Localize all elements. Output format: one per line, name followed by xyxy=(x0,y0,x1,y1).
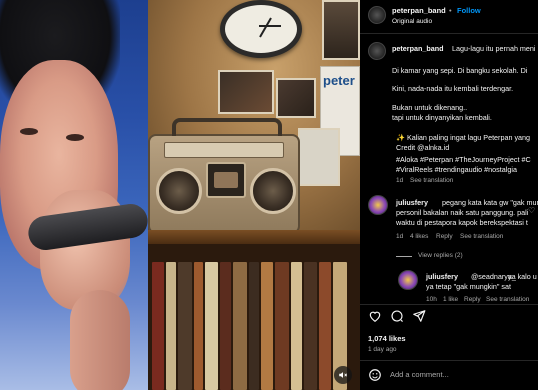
reply-button[interactable]: Reply xyxy=(436,232,453,242)
post-panel: peterpan_band • Follow Original audio pe… xyxy=(360,0,538,390)
post-time-ago: 1 day ago xyxy=(368,346,397,353)
comment-text: personil bakalan naik satu panggung. pal… xyxy=(396,208,529,217)
comment-text: waktu di pestapora kapok berekspektasi t xyxy=(396,218,528,227)
comment-username[interactable]: juliusfery xyxy=(426,272,458,281)
singer-eye xyxy=(66,134,84,141)
follow-button[interactable]: Follow xyxy=(457,6,481,16)
post-header: peterpan_band • Follow Original audio xyxy=(360,0,538,34)
comment-likes[interactable]: 4 likes xyxy=(410,232,428,242)
comment-text: pegang kata kata gw "gak mungk xyxy=(442,198,538,207)
comment-text: ya tetap "gak mungkin" sat xyxy=(426,282,512,291)
poster-text: peter xyxy=(323,73,355,88)
add-comment-input[interactable]: Add a comment... xyxy=(390,370,449,380)
view-replies-button[interactable]: View replies (2) xyxy=(418,251,463,261)
avatar[interactable] xyxy=(368,42,386,60)
view-replies-line xyxy=(396,256,412,257)
caption-hashtags[interactable]: #Aloka #Peterpan #TheJourneyProject #C xyxy=(396,155,531,164)
wall-clock xyxy=(220,0,302,58)
band-photo-poster xyxy=(322,0,360,60)
comment-time: 1d xyxy=(396,233,404,240)
heart-icon[interactable] xyxy=(368,309,382,323)
header-username[interactable]: peterpan_band xyxy=(392,6,446,16)
band-photo-poster xyxy=(218,70,274,114)
comment-icon[interactable] xyxy=(390,309,404,323)
band-photo-poster xyxy=(276,78,316,118)
album-cover-poster xyxy=(298,128,340,186)
caption-time: 1d xyxy=(396,177,404,184)
caption-text: tapi untuk dinyanyikan kembali. xyxy=(392,113,492,122)
speaker-off-icon[interactable] xyxy=(334,366,352,384)
divider xyxy=(360,360,538,361)
see-translation-link[interactable]: See translation xyxy=(410,176,453,186)
caption-credit[interactable]: Credit @alnka.id xyxy=(396,143,449,152)
caption-text: Lagu-lagu itu pernah meni xyxy=(452,44,536,53)
shelf xyxy=(148,230,360,244)
boombox xyxy=(148,118,300,234)
caption-text: Kini, nada-nada itu kembali terdengar. xyxy=(392,84,514,93)
header-separator: • xyxy=(449,6,452,15)
see-translation-link[interactable]: See translation xyxy=(460,232,503,242)
caption-username[interactable]: peterpan_band xyxy=(392,44,444,53)
comment-username[interactable]: juliusfery xyxy=(396,198,428,207)
comment-text: ya kalo u xyxy=(508,272,537,281)
avatar[interactable] xyxy=(398,270,418,290)
record-shelf xyxy=(148,244,360,390)
singer-eye xyxy=(20,128,38,135)
avatar[interactable] xyxy=(368,195,388,215)
avatar[interactable] xyxy=(368,6,386,24)
caption-text: Bukan untuk dikenang.. xyxy=(392,103,468,112)
likes-count[interactable]: 1,074 likes xyxy=(368,334,406,344)
audio-subtitle[interactable]: Original audio xyxy=(392,17,432,27)
divider xyxy=(360,304,538,305)
share-icon[interactable] xyxy=(412,309,426,323)
video-left-panel[interactable] xyxy=(0,0,148,390)
caption-text: ✨ Kalian paling ingat lagu Peterpan yang xyxy=(396,133,531,142)
emoji-icon[interactable] xyxy=(368,368,382,382)
singer-arm xyxy=(70,290,130,390)
post-image[interactable]: peter xyxy=(148,0,360,390)
caption-hashtags[interactable]: #ViralReels #trendingaudio #nostalgia xyxy=(396,165,517,174)
heart-icon[interactable]: ♡ xyxy=(528,206,535,215)
caption-text: Di kamar yang sepi. Di bangku sekolah. D… xyxy=(392,66,528,75)
